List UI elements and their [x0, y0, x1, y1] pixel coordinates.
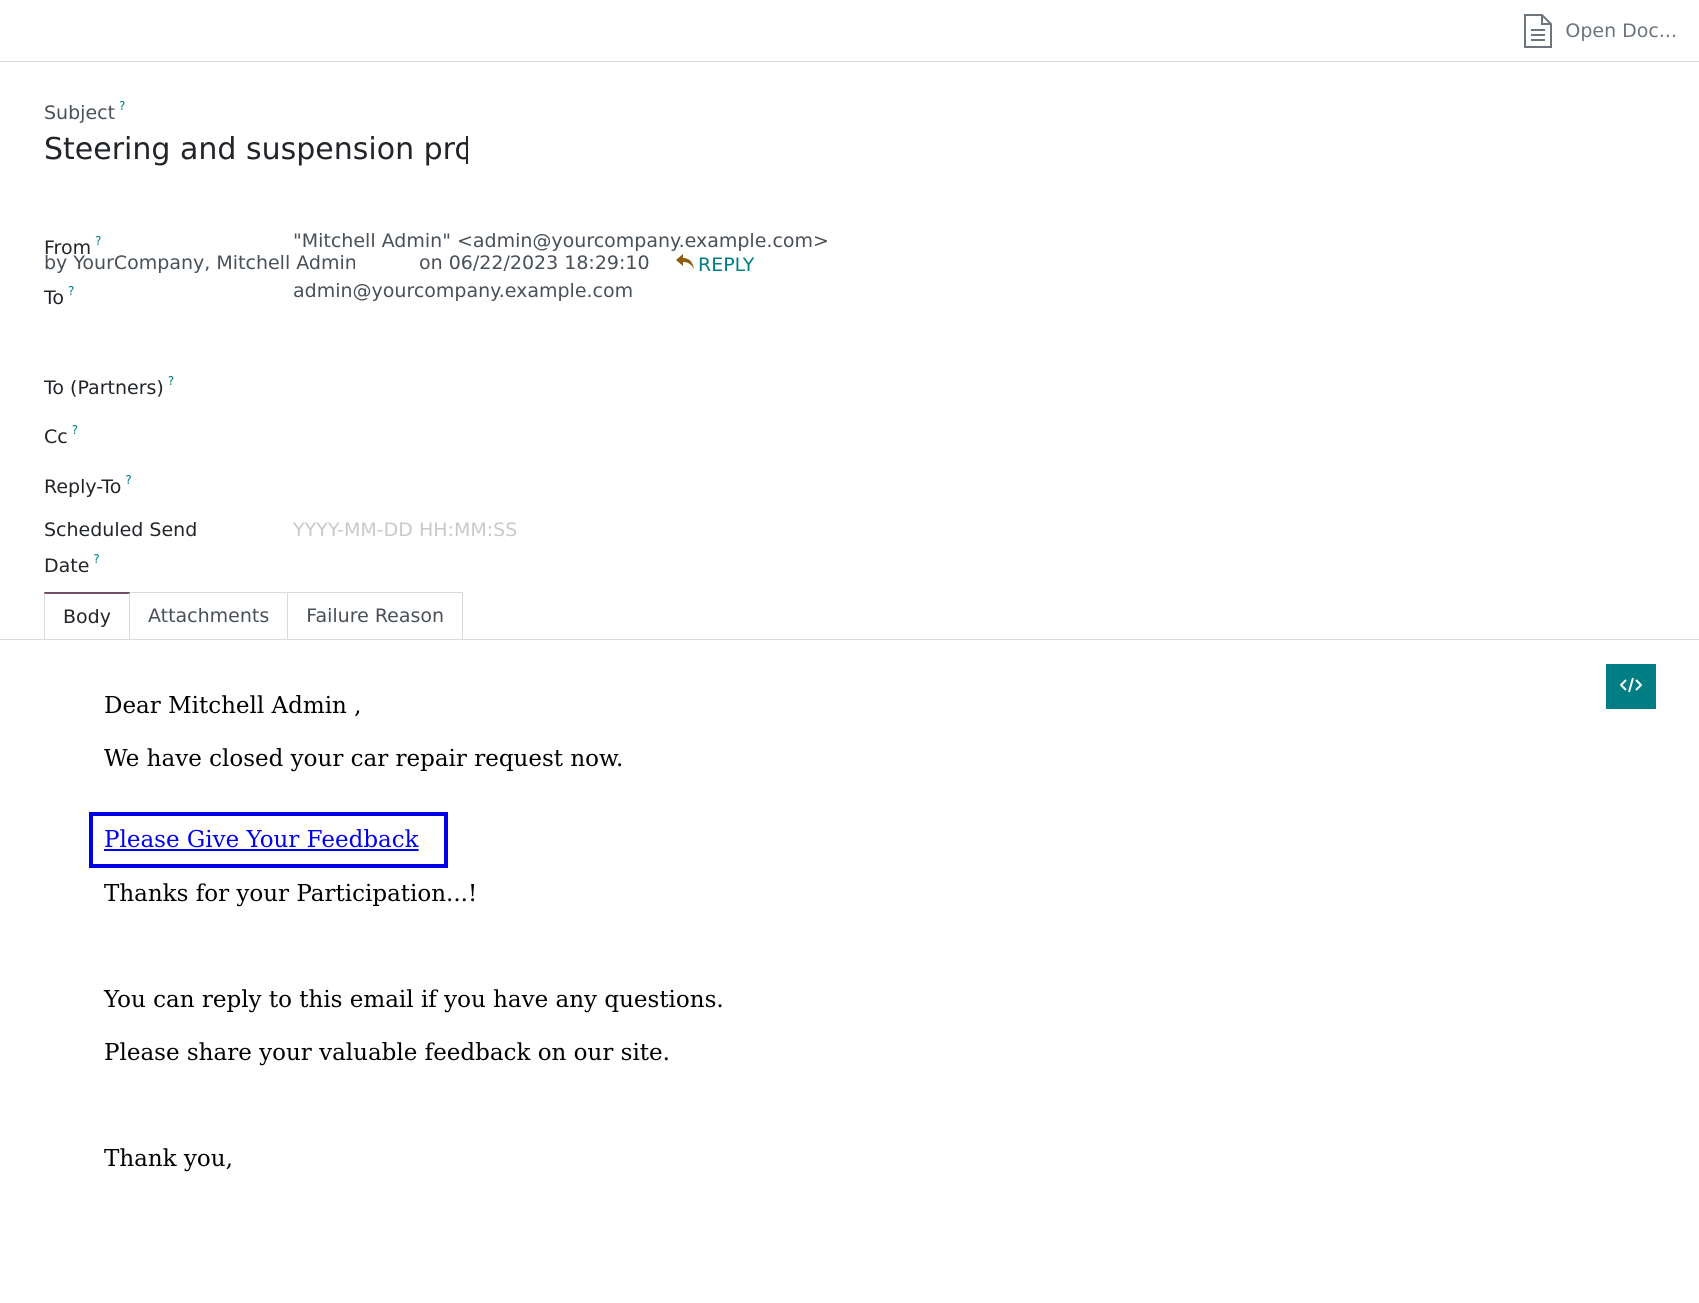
- help-tooltip-icon[interactable]: ?: [168, 374, 174, 388]
- notebook-tabs: Body Attachments Failure Reason: [44, 592, 464, 640]
- help-tooltip-icon[interactable]: ?: [72, 423, 78, 437]
- to-label: To?: [44, 277, 74, 313]
- from-field[interactable]: "Mitchell Admin" <admin@yourcompany.exam…: [293, 227, 829, 256]
- to-field[interactable]: admin@yourcompany.example.com: [293, 277, 633, 306]
- subject-input[interactable]: Steering and suspension problem: [44, 128, 468, 172]
- body-reply-note: You can reply to this email if you have …: [104, 987, 724, 1013]
- top-bar: Open Doc...: [0, 0, 1699, 62]
- body-signoff: Thank you,: [104, 1146, 233, 1172]
- scheduled-label-line2: Date: [44, 555, 90, 577]
- from-label: From?: [44, 227, 101, 263]
- body-closed-notice: We have closed your car repair request n…: [104, 746, 624, 772]
- tab-failure-reason[interactable]: Failure Reason: [288, 592, 464, 640]
- open-document-button[interactable]: Open Doc...: [1523, 13, 1677, 49]
- tab-attachments[interactable]: Attachments: [129, 592, 289, 640]
- from-label-text: From: [44, 237, 92, 259]
- scheduled-date-label: Scheduled Send Date?: [44, 516, 197, 581]
- to-label-text: To: [44, 287, 65, 309]
- help-tooltip-icon[interactable]: ?: [119, 99, 125, 113]
- help-tooltip-icon[interactable]: ?: [125, 473, 131, 487]
- cc-label: Cc?: [44, 416, 78, 452]
- subject-label-text: Subject: [44, 102, 116, 124]
- code-view-button[interactable]: [1606, 664, 1656, 709]
- tab-body[interactable]: Body: [44, 592, 130, 640]
- tab-divider: [0, 639, 1699, 640]
- reply-to-label-text: Reply-To: [44, 476, 122, 498]
- code-icon: [1619, 677, 1643, 697]
- scheduled-label-line1: Scheduled Send: [44, 519, 198, 541]
- document-icon: [1523, 13, 1553, 49]
- help-tooltip-icon[interactable]: ?: [93, 552, 99, 566]
- cc-label-text: Cc: [44, 426, 68, 448]
- reply-label: REPLY: [698, 253, 755, 276]
- body-greeting: Dear Mitchell Admin ,: [104, 693, 362, 719]
- help-tooltip-icon[interactable]: ?: [95, 234, 101, 248]
- highlight-box: [89, 812, 448, 868]
- subject-label: Subject?: [44, 99, 125, 124]
- to-partners-label: To (Partners)?: [44, 367, 174, 403]
- reply-to-label: Reply-To?: [44, 466, 132, 502]
- to-partners-label-text: To (Partners): [44, 377, 164, 399]
- open-document-label: Open Doc...: [1565, 20, 1677, 42]
- scheduled-date-input[interactable]: YYYY-MM-DD HH:MM:SS: [293, 516, 517, 545]
- body-thanks-participation: Thanks for your Participation...!: [104, 881, 478, 907]
- body-share-note: Please share your valuable feedback on o…: [104, 1040, 670, 1066]
- help-tooltip-icon[interactable]: ?: [68, 284, 74, 298]
